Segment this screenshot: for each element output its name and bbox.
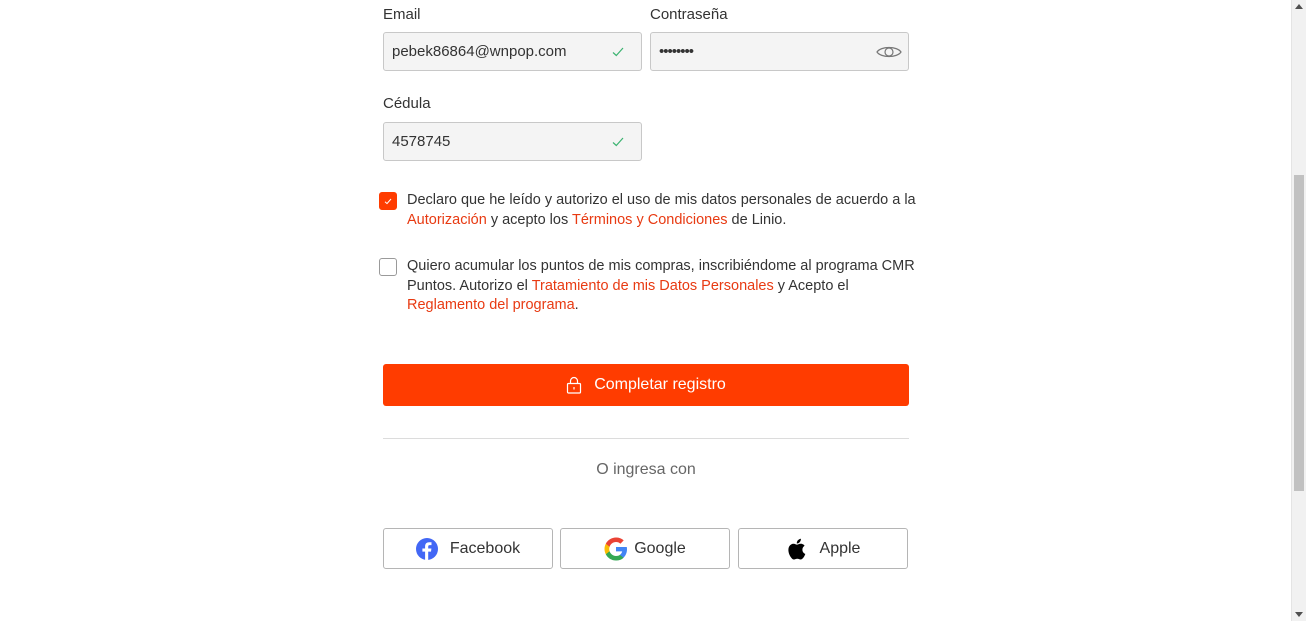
lock-icon xyxy=(566,376,582,394)
email-value: pebek86864@wnpop.com xyxy=(392,43,567,60)
tratamiento-link[interactable]: Tratamiento de mis Datos Personales xyxy=(532,278,774,294)
google-icon xyxy=(604,537,628,561)
password-label: Contraseña xyxy=(650,6,728,23)
facebook-login-button[interactable]: Facebook xyxy=(383,528,553,569)
cmr-checkbox[interactable] xyxy=(379,258,397,276)
scroll-thumb[interactable] xyxy=(1294,175,1304,491)
password-field[interactable]: •••••••• xyxy=(650,32,909,71)
cmr-text: Quiero acumular los puntos de mis compra… xyxy=(407,257,929,316)
apple-login-button[interactable]: Apple xyxy=(738,528,908,569)
facebook-icon xyxy=(415,537,438,560)
page-scrollbar[interactable] xyxy=(1291,0,1306,621)
autorizacion-link[interactable]: Autorización xyxy=(407,212,487,228)
consent-checkbox[interactable] xyxy=(379,192,397,210)
cmr-text-part: y Acepto el xyxy=(773,277,849,294)
or-login-label: O ingresa con xyxy=(596,461,696,478)
consent-text-part: Declaro que he leído y autorizo el uso d… xyxy=(407,192,916,208)
email-label: Email xyxy=(383,6,421,23)
consent-text: Declaro que he leído y autorizo el uso d… xyxy=(407,191,929,230)
divider xyxy=(383,438,909,439)
check-icon xyxy=(611,137,625,147)
password-value: •••••••• xyxy=(659,43,694,60)
consent-text-part: y acepto los xyxy=(486,211,572,228)
apple-icon xyxy=(786,538,806,560)
consent-text-part: de Linio. xyxy=(727,211,787,228)
facebook-label: Facebook xyxy=(449,539,521,557)
email-field[interactable]: pebek86864@wnpop.com xyxy=(383,32,642,71)
terminos-link[interactable]: Términos y Condiciones xyxy=(572,212,728,228)
cmr-row: Quiero acumular los puntos de mis compra… xyxy=(379,258,929,316)
apple-label: Apple xyxy=(819,539,861,557)
scroll-up-arrow-icon[interactable] xyxy=(1295,4,1303,9)
cedula-label: Cédula xyxy=(383,95,431,112)
complete-registration-button[interactable]: Completar registro xyxy=(383,364,909,406)
complete-registration-label: Completar registro xyxy=(594,376,726,393)
google-label: Google xyxy=(634,539,686,557)
reglamento-link[interactable]: Reglamento del programa xyxy=(407,297,575,313)
cedula-value: 4578745 xyxy=(392,133,451,150)
cmr-text-part: . xyxy=(574,297,579,313)
eye-icon[interactable] xyxy=(876,44,902,60)
checkmark-icon xyxy=(384,198,392,204)
scroll-down-arrow-icon[interactable] xyxy=(1295,612,1303,617)
check-icon xyxy=(611,47,625,57)
consent-row: Declaro que he leído y autorizo el uso d… xyxy=(379,192,929,230)
cedula-field[interactable]: 4578745 xyxy=(383,122,642,161)
google-login-button[interactable]: Google xyxy=(560,528,730,569)
